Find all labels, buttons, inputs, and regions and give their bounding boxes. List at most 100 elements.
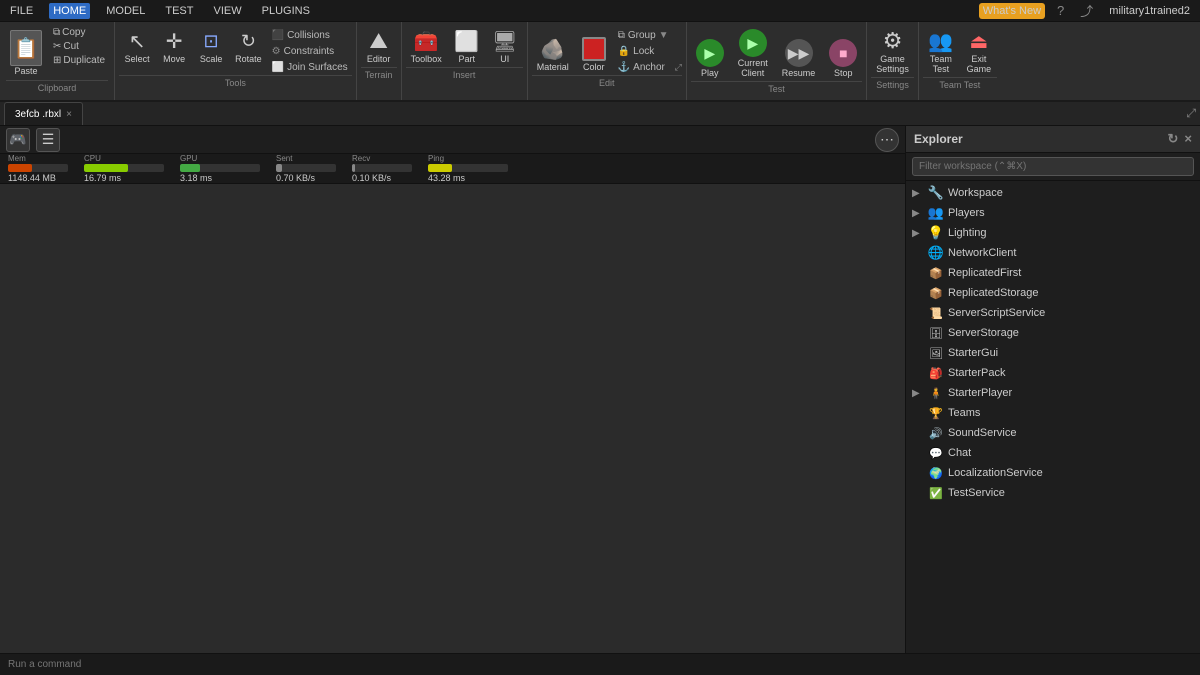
tree-item-starterplayer[interactable]: ▶ 🧍 StarterPlayer (906, 383, 1200, 403)
viewport-list-btn[interactable]: ☰ (36, 128, 60, 152)
constraints-button[interactable]: ⚙ Constraints (268, 44, 352, 59)
explorer-header-icons: ↻ × (1168, 131, 1193, 147)
copy-button[interactable]: ⧉ Copy (50, 26, 108, 39)
explorer-close-icon[interactable]: × (1184, 131, 1192, 147)
menu-plugins[interactable]: PLUGINS (258, 3, 314, 19)
viewport-options-btn[interactable]: ⋯ (875, 128, 899, 152)
replicatedstorage-icon: 📦 (928, 285, 944, 301)
tree-item-workspace[interactable]: ▶ 🔧 Workspace (906, 183, 1200, 203)
tree-item-soundservice[interactable]: ▶ 🔊 SoundService (906, 423, 1200, 443)
collisions-button[interactable]: ⬛ Collisions (268, 28, 352, 43)
settings-label: Settings (871, 77, 914, 90)
play-button[interactable]: ▶ Play (691, 36, 729, 81)
duplicate-button[interactable]: ⊞ Duplicate (50, 54, 108, 67)
lighting-icon: 💡 (928, 225, 944, 241)
resume-button[interactable]: ▶▶ Resume (777, 36, 821, 81)
starterpack-label: StarterPack (948, 367, 1005, 379)
tree-item-networkclient[interactable]: ▶ 🌐 NetworkClient (906, 243, 1200, 263)
anchor-button[interactable]: ⚓ Anchor (614, 60, 673, 75)
clipboard-section: 📋 Paste ⧉ Copy ✂ Cut ⊞ Duplicate Clipboa… (0, 22, 115, 100)
tree-item-serverscriptservice[interactable]: ▶ 📜 ServerScriptService (906, 303, 1200, 323)
toolbox-button[interactable]: 🧰 Toolbox (406, 26, 447, 67)
join-surfaces-button[interactable]: ⬜ Join Surfaces (268, 60, 352, 75)
maximize-button[interactable]: ⤢ (1186, 106, 1196, 121)
tree-item-testservice[interactable]: ▶ ✅ TestService (906, 483, 1200, 503)
rotate-button[interactable]: ↻ Rotate (230, 26, 267, 67)
expand-starterplayer-icon: ▶ (912, 388, 924, 399)
exit-game-button[interactable]: ⏏ Exit Game (961, 26, 997, 77)
tree-item-replicatedfirst[interactable]: ▶ 📦 ReplicatedFirst (906, 263, 1200, 283)
menu-home[interactable]: HOME (49, 3, 90, 19)
rotate-icon: ↻ (236, 29, 260, 53)
material-button[interactable]: 🪨 Material (532, 34, 574, 75)
game-settings-icon: ⚙ (881, 29, 905, 53)
serverscriptservice-icon: 📜 (928, 305, 944, 321)
tree-item-lighting[interactable]: ▶ 💡 Lighting (906, 223, 1200, 243)
expand-workspace-icon: ▶ (912, 188, 924, 199)
team-test-section: 👥 Team Test ⏏ Exit Game Team Test (919, 22, 1001, 100)
viewport-icon-btn[interactable]: 🎮 (6, 128, 30, 152)
ping-bar-fill (428, 164, 452, 172)
recv-bar (352, 164, 412, 172)
game-settings-button[interactable]: ⚙ Game Settings (871, 26, 914, 77)
main-tab[interactable]: 3efcb .rbxl × (4, 102, 83, 125)
tree-item-replicatedstorage[interactable]: ▶ 📦 ReplicatedStorage (906, 283, 1200, 303)
stop-icon: ■ (829, 39, 857, 67)
ui-icon: 🖥 (493, 29, 517, 53)
chat-icon: 💬 (928, 445, 944, 461)
gpu-bar (180, 164, 260, 172)
help-icon[interactable]: ? (1053, 1, 1068, 20)
clipboard-label: Clipboard (6, 80, 108, 93)
cut-button[interactable]: ✂ Cut (50, 40, 108, 53)
sent-bar-fill (276, 164, 282, 172)
paste-button[interactable]: 📋 Paste (6, 26, 46, 80)
user-label: military1trained2 (1105, 3, 1194, 19)
tree-item-localizationservice[interactable]: ▶ 🌍 LocalizationService (906, 463, 1200, 483)
tree-item-starterpack[interactable]: ▶ 🎒 StarterPack (906, 363, 1200, 383)
lock-button[interactable]: 🔒 Lock (614, 44, 673, 59)
teams-label: Teams (948, 407, 980, 419)
soundservice-icon: 🔊 (928, 425, 944, 441)
players-icon: 👥 (928, 205, 944, 221)
current-client-button[interactable]: ▶ Current Client (733, 26, 773, 81)
ui-button[interactable]: 🖥 UI (487, 26, 523, 67)
chat-label: Chat (948, 447, 971, 459)
copy-icon: ⧉ (53, 27, 60, 38)
tab-close-button[interactable]: × (66, 109, 72, 120)
tree-item-players[interactable]: ▶ 👥 Players (906, 203, 1200, 223)
edit-expand-icon[interactable]: ⤢ (675, 62, 682, 73)
move-button[interactable]: ✛ Move (156, 26, 192, 67)
menu-model[interactable]: MODEL (102, 3, 149, 19)
scale-button[interactable]: ⊡ Scale (193, 26, 229, 67)
tree-item-startergui[interactable]: ▶ 🖼 StarterGui (906, 343, 1200, 363)
menu-test[interactable]: TEST (161, 3, 197, 19)
tree-item-serverstorage[interactable]: ▶ 🗄 ServerStorage (906, 323, 1200, 343)
workspace-icon: 🔧 (928, 185, 944, 201)
menu-file[interactable]: FILE (6, 3, 37, 19)
edit-section: 🪨 Material Color ⧉ Group ▼ 🔒 Lock ⚓ (528, 22, 687, 100)
exit-game-icon: ⏏ (967, 29, 991, 53)
menu-view[interactable]: VIEW (209, 3, 245, 19)
explorer-search-input[interactable] (912, 157, 1194, 176)
editor-button[interactable]: ⛰ Editor (361, 26, 397, 67)
testservice-icon: ✅ (928, 485, 944, 501)
part-button[interactable]: ⬜ Part (449, 26, 485, 67)
team-test-label: Team Test (923, 77, 997, 90)
stop-button[interactable]: ■ Stop (824, 36, 862, 81)
insert-label: Insert (406, 67, 523, 80)
color-button[interactable]: Color (576, 34, 612, 75)
team-test-button[interactable]: 👥 Team Test (923, 26, 959, 77)
explorer-header: Explorer ↻ × (906, 126, 1200, 153)
command-input[interactable] (8, 659, 1192, 670)
group-dropdown-icon: ▼ (659, 30, 669, 41)
group-button[interactable]: ⧉ Group ▼ (614, 28, 673, 43)
main-content: 🎮 ☰ ⋯ Mem 1148.44 MB CPU 16.79 ms GPU (0, 126, 1200, 653)
explorer-search (906, 153, 1200, 181)
explorer-refresh-icon[interactable]: ↻ (1168, 131, 1179, 147)
test-label: Test (691, 81, 863, 94)
share-icon[interactable]: ⤴ (1076, 0, 1097, 22)
tree-item-teams[interactable]: ▶ 🏆 Teams (906, 403, 1200, 423)
tree-item-chat[interactable]: ▶ 💬 Chat (906, 443, 1200, 463)
whats-new-button[interactable]: What's New (979, 3, 1045, 19)
select-button[interactable]: ↖ Select (119, 26, 155, 67)
